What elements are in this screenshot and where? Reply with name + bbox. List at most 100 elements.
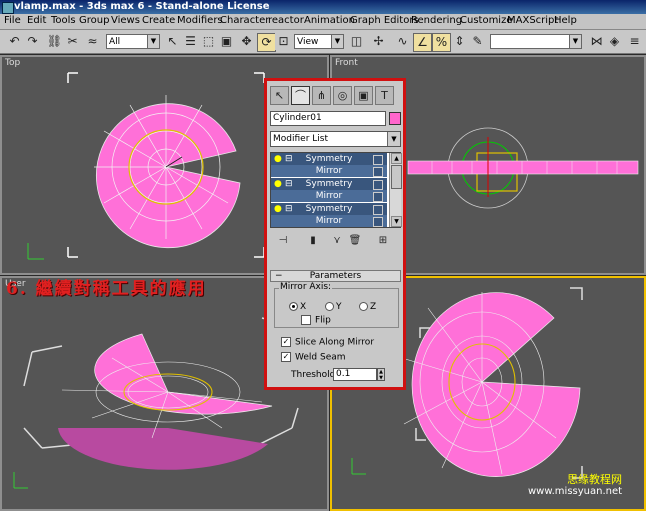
menu-character[interactable]: Character [220, 15, 269, 26]
object-color-swatch[interactable] [389, 112, 401, 125]
stack-item-checkbox[interactable] [373, 192, 383, 202]
slice-along-mirror-label: Slice Along Mirror [295, 337, 375, 348]
bind-space-warp-icon[interactable]: ≈ [84, 33, 101, 50]
menu-edit[interactable]: Edit [27, 15, 46, 26]
stack-item-checkbox[interactable] [373, 167, 383, 177]
modifier-list-dropdown[interactable]: Modifier List ▼ [270, 131, 401, 147]
stack-item-label: Mirror [315, 166, 343, 176]
named-selection-dropdown[interactable]: ▼ [490, 34, 582, 49]
menu-maxscript[interactable]: MAXScript [507, 15, 558, 26]
radio-icon [325, 302, 334, 311]
show-end-result-icon[interactable]: ▮ [305, 234, 321, 248]
stack-item-symmetry[interactable]: ● ⊟ Symmetry [271, 178, 387, 190]
stack-item-mirror[interactable]: Mirror [271, 190, 387, 202]
stack-item-symmetry[interactable]: ● ⊟ Symmetry [271, 203, 387, 215]
motion-tab-icon[interactable]: ◎ [333, 86, 352, 105]
collapse-icon: − [275, 271, 283, 281]
align-icon[interactable]: ◈ [606, 33, 623, 50]
unlink-icon[interactable]: ✂ [64, 33, 81, 50]
axis-x-label: X [300, 302, 307, 312]
perspective-disc-mesh [401, 292, 581, 477]
stack-item-mirror[interactable]: Mirror [271, 165, 387, 177]
hierarchy-tab-icon[interactable]: ⋔ [312, 86, 331, 105]
menu-reactor[interactable]: reactor [268, 15, 304, 26]
select-scale-icon[interactable]: ⊡ [275, 33, 292, 50]
menu-graph-editors[interactable]: Graph Editors [350, 15, 419, 26]
create-tab-icon[interactable]: ↖ [270, 86, 289, 105]
stack-item-symmetry[interactable]: ● ⊟ Symmetry [271, 153, 387, 165]
rectangular-selection-icon[interactable]: ⬚ [200, 33, 217, 50]
axis-z-radio[interactable]: Z [359, 302, 376, 312]
object-name-field[interactable]: Cylinder01 [270, 111, 386, 126]
pin-stack-icon[interactable]: ⊣ [275, 234, 291, 248]
menu-help[interactable]: Help [554, 15, 577, 26]
mirror-icon[interactable]: ⋈ [588, 33, 605, 50]
mirror-axis-group: Mirror Axis: X Y Z Flip [274, 282, 399, 328]
configure-modifier-sets-icon[interactable]: ⊞ [375, 234, 391, 248]
axis-tripod-icon [351, 458, 366, 475]
parameters-rollout-header[interactable]: − Parameters [270, 270, 401, 282]
select-object-icon[interactable]: ↖ [164, 33, 181, 50]
axis-tripod-icon [13, 472, 28, 489]
flip-checkbox[interactable]: Flip [301, 315, 331, 326]
stack-scrollbar[interactable]: ▲ ▼ [389, 153, 402, 227]
stack-item-mirror[interactable]: Mirror [271, 215, 387, 227]
threshold-input[interactable]: 0.1 [333, 368, 377, 381]
snap-toggle-icon[interactable]: ∿ [394, 33, 411, 50]
layer-manager-icon[interactable]: ≡ [626, 33, 643, 50]
menu-modifiers[interactable]: Modifiers [177, 15, 223, 26]
menu-tools[interactable]: Tools [51, 15, 76, 26]
edit-named-selection-icon[interactable]: ✎ [469, 33, 486, 50]
select-by-name-icon[interactable]: ☰ [182, 33, 199, 50]
threshold-spinner[interactable]: ▲ ▼ [377, 368, 385, 381]
utilities-tab-icon[interactable]: T [375, 86, 394, 105]
axis-z-label: Z [370, 302, 377, 312]
menu-animation[interactable]: Animation [304, 15, 355, 26]
tutorial-caption: 6. 繼續對稱工具的應用 [6, 279, 207, 299]
spinner-snap-icon[interactable]: ⇕ [451, 33, 468, 50]
selection-filter-value: All [109, 37, 121, 47]
checkbox-box [301, 315, 311, 325]
modify-tab-icon[interactable]: ⌒ [291, 86, 310, 105]
axis-tripod-icon [27, 243, 44, 260]
weld-seam-checkbox[interactable]: ✓ Weld Seam [281, 352, 346, 363]
select-link-icon[interactable]: ⛓ [46, 33, 63, 50]
window-crossing-icon[interactable]: ▣ [218, 33, 235, 50]
stack-item-checkbox[interactable] [373, 155, 383, 165]
remove-modifier-icon[interactable]: 🗑 [347, 234, 363, 248]
reference-coordinate-dropdown[interactable]: View ▼ [294, 34, 344, 49]
select-move-icon[interactable]: ✥ [238, 33, 255, 50]
menu-create[interactable]: Create [142, 15, 175, 26]
menu-rendering[interactable]: Rendering [411, 15, 462, 26]
stack-item-checkbox[interactable] [373, 205, 383, 215]
watermark-line2: www.missyuan.net [528, 486, 623, 497]
axis-x-radio[interactable]: X [289, 302, 306, 312]
scroll-up-icon[interactable]: ▲ [391, 153, 402, 164]
mirror-axis-label: Mirror Axis: [279, 282, 333, 292]
make-unique-icon[interactable]: ⋎ [329, 234, 345, 248]
stack-item-label: Symmetry [305, 179, 353, 189]
axis-y-radio[interactable]: Y [325, 302, 342, 312]
slice-along-mirror-checkbox[interactable]: ✓ Slice Along Mirror [281, 337, 374, 348]
scroll-thumb[interactable] [391, 165, 402, 189]
stack-item-label: Symmetry [305, 154, 353, 164]
redo-icon[interactable]: ↷ [24, 33, 41, 50]
menu-group[interactable]: Group [79, 15, 109, 26]
selection-filter-dropdown[interactable]: All ▼ [106, 34, 160, 49]
scroll-down-icon[interactable]: ▼ [391, 216, 402, 227]
angle-snap-icon[interactable]: ∠ [413, 33, 432, 52]
pivot-center-icon[interactable]: ◫ [348, 33, 365, 50]
rollout-title: Parameters [309, 271, 362, 281]
menu-views[interactable]: Views [111, 15, 140, 26]
menu-file[interactable]: File [4, 15, 21, 26]
percent-snap-icon[interactable]: % [432, 33, 451, 52]
stack-item-checkbox[interactable] [373, 217, 383, 227]
select-manipulate-icon[interactable]: ✢ [370, 33, 387, 50]
select-rotate-icon[interactable]: ⟳ [257, 33, 276, 52]
menu-customize[interactable]: Customize [460, 15, 513, 26]
stack-item-label: Symmetry [305, 204, 353, 214]
undo-icon[interactable]: ↶ [6, 33, 23, 50]
checkmark-icon: ✓ [281, 352, 291, 362]
display-tab-icon[interactable]: ▣ [354, 86, 373, 105]
stack-item-checkbox[interactable] [373, 180, 383, 190]
